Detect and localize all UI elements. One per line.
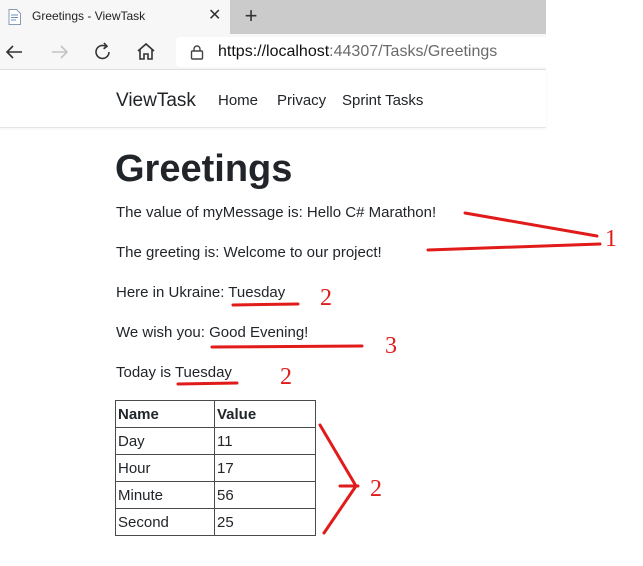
ukraine-line: Here in Ukraine: Tuesday <box>116 284 285 301</box>
annotation-stroke <box>231 302 300 307</box>
table-header-row: Name Value <box>115 400 316 428</box>
row-name: Minute <box>115 481 215 509</box>
annotation-label: 2 <box>320 285 332 311</box>
row-name: Second <box>115 508 215 536</box>
annotation-label: 2 <box>370 476 382 502</box>
header-value: Value <box>214 400 316 428</box>
today-line: Today is Tuesday <box>116 364 232 381</box>
tab-title: Greetings - ViewTask <box>32 9 146 23</box>
page-icon <box>8 9 21 25</box>
annotation-stroke <box>176 381 239 386</box>
plus-icon[interactable]: + <box>238 4 264 30</box>
url-host: https://localhost <box>218 43 330 60</box>
annotation-label: 2 <box>280 364 292 390</box>
table-row: Day 11 <box>115 427 316 455</box>
forward-arrow-icon[interactable] <box>48 40 72 64</box>
table-row: Second 25 <box>115 508 316 536</box>
site-navbar: ViewTask Home Privacy Sprint Tasks <box>0 70 546 128</box>
annotation-label: 1 <box>605 226 617 252</box>
brand-link[interactable]: ViewTask <box>116 90 196 112</box>
back-arrow-icon[interactable] <box>2 40 26 64</box>
message-value: Hello C# Marathon! <box>306 204 437 221</box>
date-time-table: Name Value Day 11 Hour 17 Minute 56 Seco… <box>115 400 316 536</box>
today-day-value: Tuesday <box>174 364 232 381</box>
toolbar-blank <box>546 34 643 70</box>
wish-label: We wish you: <box>116 324 210 341</box>
url-path: :44307/Tasks/Greetings <box>329 43 498 60</box>
greeting-line: The greeting is: Welcome to our project! <box>116 244 382 261</box>
browser-toolbar: https://localhost:44307/Tasks/Greetings <box>0 34 556 70</box>
wish-line: We wish you: Good Evening! <box>116 324 308 341</box>
table-row: Hour 17 <box>115 454 316 482</box>
header-name: Name <box>115 400 215 428</box>
table-row: Minute 56 <box>115 481 316 509</box>
row-value: 56 <box>214 481 316 509</box>
row-value: 25 <box>214 508 316 536</box>
address-bar[interactable]: https://localhost:44307/Tasks/Greetings <box>176 37 556 67</box>
tab-strip-blank <box>546 0 643 34</box>
message-line: The value of myMessage is: Hello C# Mara… <box>116 204 436 221</box>
browser-tab[interactable]: Greetings - ViewTask ✕ <box>0 0 230 34</box>
row-name: Hour <box>115 454 215 482</box>
nav-link-sprint-tasks[interactable]: Sprint Tasks <box>342 92 423 109</box>
nav-link-privacy[interactable]: Privacy <box>277 92 326 109</box>
close-icon[interactable]: ✕ <box>208 7 221 25</box>
refresh-icon[interactable] <box>91 40 115 64</box>
annotation-stroke <box>463 211 599 238</box>
annotation-label: 3 <box>385 333 397 359</box>
annotation-stroke <box>210 344 364 349</box>
today-label: Today is <box>116 364 175 381</box>
home-icon[interactable] <box>134 40 158 64</box>
row-value: 11 <box>214 427 316 455</box>
page-title: Greetings <box>115 148 293 190</box>
message-label: The value of myMessage is: <box>116 204 307 221</box>
ukraine-label: Here in Ukraine: <box>116 284 229 301</box>
row-name: Day <box>115 427 215 455</box>
nav-link-home[interactable]: Home <box>218 92 258 109</box>
row-value: 17 <box>214 454 316 482</box>
ukraine-day-value: Tuesday <box>228 284 286 301</box>
url-text: https://localhost:44307/Tasks/Greetings <box>218 43 497 61</box>
annotation-stroke <box>426 242 602 252</box>
lock-icon <box>190 45 204 60</box>
wish-value: Good Evening! <box>209 324 309 341</box>
annotation-brace <box>318 423 358 535</box>
